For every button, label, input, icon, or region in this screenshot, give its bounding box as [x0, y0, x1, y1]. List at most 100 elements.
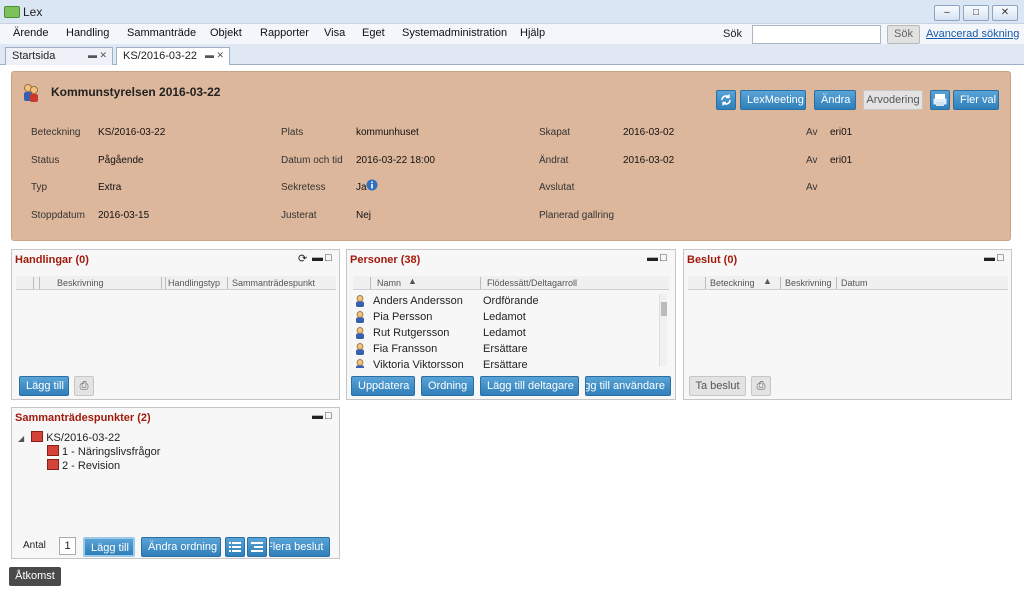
datum-label: Datum och tid: [281, 155, 343, 166]
minimize-panel-icon[interactable]: ▬: [312, 410, 323, 422]
menu-objekt[interactable]: Objekt: [210, 27, 242, 39]
col-sammantradespunkt[interactable]: Sammanträdespunkt: [232, 278, 315, 288]
print-icon[interactable]: ⎙: [751, 376, 771, 396]
add-deltagare-button[interactable]: Lägg till deltagare: [480, 376, 579, 396]
plats-value: kommunhuset: [356, 127, 419, 138]
person-icon: [356, 343, 364, 355]
person-role: Ersättare: [483, 359, 528, 368]
beslut-title: Beslut (0): [687, 254, 738, 266]
more-options-button[interactable]: Fler val: [953, 90, 999, 110]
minimize-panel-icon[interactable]: ▬: [984, 252, 995, 264]
menu-handling[interactable]: Handling: [66, 27, 109, 39]
multiple-decisions-button[interactable]: Flera beslut: [269, 537, 330, 557]
person-name: Anders Andersson: [373, 295, 463, 307]
tab-close-icon[interactable]: ▬ ✕: [205, 50, 224, 61]
search-input[interactable]: [752, 25, 881, 44]
tree-item[interactable]: 1 - Näringslivsfrågor: [47, 445, 160, 458]
main-content: Kommunstyrelsen 2016-03-22 LexMeeting Än…: [0, 65, 1024, 595]
minimize-icon[interactable]: –: [934, 5, 960, 21]
col-beskrivning[interactable]: Beskrivning: [57, 278, 104, 288]
menu-eget[interactable]: Eget: [362, 27, 385, 39]
person-name: Rut Rutgersson: [373, 327, 450, 339]
menu-hjalp[interactable]: Hjälp: [520, 27, 545, 39]
menu-systemadministration[interactable]: Systemadministration: [402, 27, 507, 39]
person-name: Fia Fransson: [373, 343, 438, 355]
tab-meeting[interactable]: KS/2016-03-22 ▬ ✕: [116, 47, 230, 66]
maximize-panel-icon[interactable]: □: [660, 252, 667, 264]
person-row[interactable]: Pia Persson Ledamot: [355, 310, 655, 326]
arvodering-button[interactable]: Arvodering: [863, 90, 923, 110]
tree-root[interactable]: ◢ KS/2016-03-22: [18, 431, 120, 444]
list-indent-icon[interactable]: [247, 537, 267, 557]
person-row[interactable]: Anders Andersson Ordförande: [355, 294, 655, 310]
col-roll[interactable]: Flödessätt/Deltagarroll: [487, 278, 577, 288]
maximize-panel-icon[interactable]: □: [325, 252, 332, 264]
add-anvandare-button[interactable]: Lägg till användare: [585, 376, 671, 396]
uppdatera-button[interactable]: Uppdatera: [351, 376, 415, 396]
tree-item-label: 1 - Näringslivsfrågor: [62, 446, 161, 458]
maximize-panel-icon[interactable]: □: [325, 410, 332, 422]
advanced-search-link[interactable]: Avancerad sökning: [926, 28, 1019, 40]
antal-label: Antal: [23, 540, 46, 551]
andrat-av-label: Av: [806, 155, 818, 166]
col-beteckning[interactable]: Beteckning: [710, 278, 755, 288]
tree-expand-icon[interactable]: ◢: [18, 434, 24, 443]
list-view-icon[interactable]: [225, 537, 245, 557]
meeting-header-panel: Kommunstyrelsen 2016-03-22 LexMeeting Än…: [11, 71, 1011, 241]
stoppdatum-value: 2016-03-15: [98, 210, 150, 221]
person-row[interactable]: Fia Fransson Ersättare: [355, 342, 655, 358]
person-row[interactable]: Rut Rutgersson Ledamot: [355, 326, 655, 342]
andrat-av-value: eri01: [830, 155, 853, 166]
person-name: Viktoria Viktorsson: [373, 359, 464, 368]
skapat-label: Skapat: [539, 127, 571, 138]
tab-close-icon[interactable]: ▬ ✕: [88, 50, 107, 61]
tab-startsida[interactable]: Startsida ▬ ✕: [5, 47, 113, 65]
maximize-icon[interactable]: □: [963, 5, 989, 21]
menu-arende[interactable]: Ärende: [13, 27, 48, 39]
maximize-panel-icon[interactable]: □: [997, 252, 1004, 264]
refresh-icon[interactable]: ⟳: [298, 252, 307, 265]
add-punkt-button[interactable]: Lägg till: [83, 537, 135, 557]
ta-beslut-button[interactable]: Ta beslut: [689, 376, 746, 396]
status-label: Status: [31, 155, 60, 166]
justerat-value: Nej: [356, 210, 372, 221]
minimize-panel-icon[interactable]: ▬: [647, 252, 658, 264]
meeting-people-icon: [24, 84, 38, 102]
refresh-icon[interactable]: [716, 90, 736, 110]
person-icon: [356, 327, 364, 339]
atkomst-button[interactable]: Åtkomst: [9, 567, 61, 586]
edit-button[interactable]: Ändra: [814, 90, 856, 110]
tree-item-label: 2 - Revision: [62, 460, 121, 472]
menu-sammantrade[interactable]: Sammanträde: [127, 27, 196, 39]
menu-rapporter[interactable]: Rapporter: [260, 27, 309, 39]
col-datum[interactable]: Datum: [841, 278, 868, 288]
tab-bar: Startsida ▬ ✕ KS/2016-03-22 ▬ ✕: [0, 44, 1024, 66]
change-order-button[interactable]: Ändra ordning: [141, 537, 221, 557]
person-icon: [356, 295, 364, 307]
person-name: Pia Persson: [373, 311, 433, 323]
lexmeeting-button[interactable]: LexMeeting: [740, 90, 806, 110]
minimize-panel-icon[interactable]: ▬: [312, 252, 323, 264]
close-icon[interactable]: ✕: [992, 5, 1018, 21]
print-icon[interactable]: [930, 90, 950, 110]
search-button[interactable]: Sök: [887, 25, 920, 44]
agenda-item-icon: [47, 445, 59, 456]
menu-visa[interactable]: Visa: [324, 27, 345, 39]
beteckning-label: Beteckning: [31, 127, 81, 138]
col-namn[interactable]: Namn: [377, 278, 401, 288]
col-beskrivning[interactable]: Beskrivning: [785, 278, 832, 288]
ordning-button[interactable]: Ordning: [421, 376, 474, 396]
person-row[interactable]: Viktoria Viktorsson Ersättare: [355, 358, 655, 368]
personer-scrollbar[interactable]: [659, 294, 667, 366]
tree-item[interactable]: 2 - Revision: [47, 459, 120, 472]
print-icon[interactable]: ⎙: [74, 376, 94, 396]
avslutat-label: Avslutat: [539, 182, 575, 193]
andrat-label: Ändrat: [539, 155, 569, 166]
tree-root-label: KS/2016-03-22: [46, 432, 121, 444]
col-handlingstyp[interactable]: Handlingstyp: [168, 278, 220, 288]
add-handling-button[interactable]: Lägg till: [19, 376, 69, 396]
person-role: Ordförande: [483, 295, 539, 307]
antal-input[interactable]: 1: [59, 537, 76, 555]
search-label: Sök: [723, 28, 742, 40]
info-icon[interactable]: [366, 179, 378, 191]
